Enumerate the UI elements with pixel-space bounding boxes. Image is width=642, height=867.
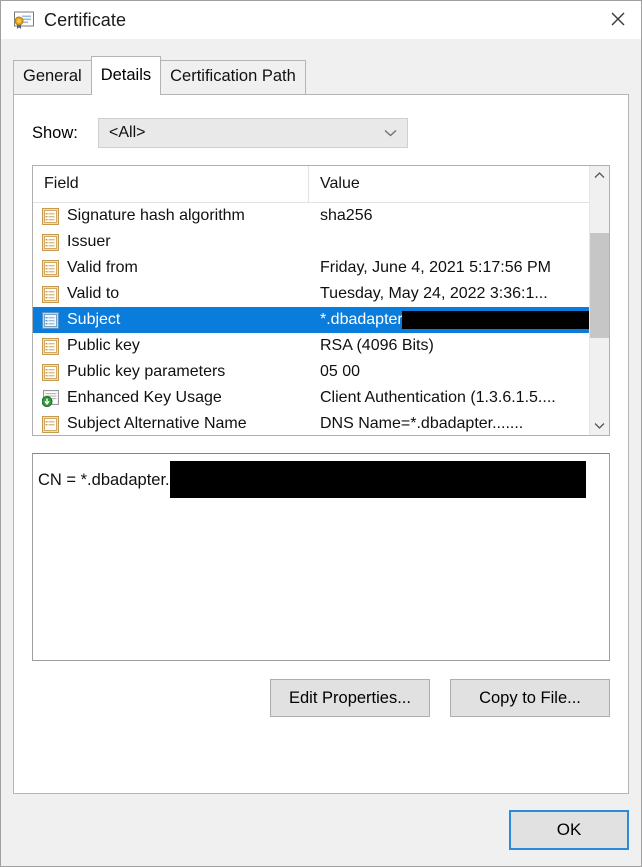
row-value-label: sha256 — [320, 207, 373, 224]
chevron-down-icon — [384, 119, 397, 147]
tab-details[interactable]: Details — [90, 56, 162, 95]
redaction-bar-subject — [402, 311, 589, 329]
row-field-cell: Public key — [33, 337, 309, 355]
scroll-up-arrow-icon[interactable] — [590, 166, 609, 185]
row-field-cell: Signature hash algorithm — [33, 207, 309, 225]
certificate-dialog: Certificate General Details Certificatio… — [0, 0, 642, 867]
field-list-rows: Signature hash algorithm sha256 Issuer V… — [33, 203, 589, 435]
table-row-selected[interactable]: Subject *.dbadapter. — [33, 307, 589, 333]
row-field-cell: Issuer — [33, 233, 309, 251]
row-value-label: RSA (4096 Bits) — [320, 337, 434, 354]
tab-certification-path[interactable]: Certification Path — [160, 60, 306, 94]
table-row[interactable]: Valid to Tuesday, May 24, 2022 3:36:1... — [33, 281, 589, 307]
row-field-label: Public key parameters — [67, 363, 226, 380]
field-detail-text: CN = *.dbadapter. — [38, 470, 170, 489]
row-field-label: Signature hash algorithm — [67, 207, 245, 224]
row-field-cell: Subject — [33, 311, 309, 329]
table-row[interactable]: Public key parameters 05 00 — [33, 359, 589, 385]
row-value-cell: sha256 — [309, 207, 589, 225]
certificate-field-icon — [42, 259, 59, 277]
certificate-field-list[interactable]: Field Value Signature hash algorithm sha… — [32, 165, 610, 436]
tab-general[interactable]: General — [13, 60, 92, 94]
table-row[interactable]: Signature hash algorithm sha256 — [33, 203, 589, 229]
certificate-field-icon — [42, 363, 59, 381]
row-field-label: Valid to — [67, 285, 120, 302]
row-value-cell: DNS Name=*.dbadapter....... — [309, 415, 589, 433]
column-header-value[interactable]: Value — [309, 166, 589, 202]
row-field-label: Enhanced Key Usage — [67, 389, 222, 406]
table-row[interactable]: Enhanced Key Usage Client Authentication… — [33, 385, 589, 411]
row-field-label: Valid from — [67, 259, 138, 276]
certificate-field-icon — [42, 285, 59, 303]
show-dropdown-value: <All> — [109, 124, 146, 141]
table-row[interactable]: Issuer — [33, 229, 589, 255]
table-row[interactable]: Valid from Friday, June 4, 2021 5:17:56 … — [33, 255, 589, 281]
edit-properties-button[interactable]: Edit Properties... — [270, 679, 430, 717]
show-label: Show: — [32, 123, 78, 142]
certificate-field-icon — [42, 415, 59, 433]
row-field-label: Public key — [67, 337, 140, 354]
row-value-cell: Tuesday, May 24, 2022 3:36:1... — [309, 285, 589, 303]
title-bar: Certificate — [1, 1, 641, 39]
redaction-bar-detail — [169, 461, 586, 498]
scrollbar-track[interactable] — [590, 185, 609, 416]
certificate-field-icon — [42, 337, 59, 355]
row-field-cell: Subject Alternative Name — [33, 415, 309, 433]
certificate-field-icon — [42, 233, 59, 251]
row-field-label: Issuer — [67, 233, 111, 250]
certificate-extension-icon — [41, 389, 59, 407]
row-value-label: Tuesday, May 24, 2022 3:36:1... — [320, 285, 548, 302]
row-field-label: Subject Alternative Name — [67, 415, 247, 432]
tab-strip: General Details Certification Path — [13, 56, 641, 95]
row-value-cell: RSA (4096 Bits) — [309, 337, 589, 355]
row-value-cell: Client Authentication (1.3.6.1.5.... — [309, 389, 589, 407]
scrollbar-thumb[interactable] — [590, 233, 609, 338]
field-detail-textbox[interactable]: CN = *.dbadapter. — [32, 453, 610, 661]
row-field-cell: Valid from — [33, 259, 309, 277]
ok-button[interactable]: OK — [509, 810, 629, 850]
certificate-icon — [13, 9, 35, 31]
tab-page-details: Show: <All> Field Value Signature hash a… — [13, 94, 629, 794]
row-value-cell: Friday, June 4, 2021 5:17:56 PM — [309, 259, 589, 277]
table-row[interactable]: Public key RSA (4096 Bits) — [33, 333, 589, 359]
row-value-label: *.dbadapter. — [320, 311, 407, 328]
certificate-field-icon — [42, 311, 59, 329]
row-value-label: DNS Name=*.dbadapter....... — [320, 415, 524, 432]
window-title: Certificate — [44, 9, 127, 30]
scroll-down-arrow-icon[interactable] — [590, 416, 609, 435]
row-value-label: Client Authentication (1.3.6.1.5.... — [320, 389, 556, 406]
show-dropdown[interactable]: <All> — [98, 118, 408, 148]
row-field-cell: Enhanced Key Usage — [33, 389, 309, 407]
row-value-cell: 05 00 — [309, 363, 589, 381]
close-icon[interactable] — [594, 1, 641, 37]
row-field-label: Subject — [67, 311, 121, 328]
row-value-label: Friday, June 4, 2021 5:17:56 PM — [320, 259, 551, 276]
column-header-field[interactable]: Field — [33, 166, 309, 202]
detail-action-buttons: Edit Properties... Copy to File... — [14, 679, 610, 717]
row-value-cell: *.dbadapter. — [309, 311, 589, 329]
copy-to-file-button[interactable]: Copy to File... — [450, 679, 610, 717]
dialog-footer: OK — [1, 794, 641, 866]
table-row[interactable]: Subject Alternative Name DNS Name=*.dbad… — [33, 411, 589, 435]
row-value-label: 05 00 — [320, 363, 361, 380]
certificate-field-icon — [42, 207, 59, 225]
show-row: Show: <All> — [32, 118, 628, 148]
dialog-body: General Details Certification Path Show:… — [1, 39, 641, 866]
field-list-main: Field Value Signature hash algorithm sha… — [33, 166, 589, 435]
field-list-header: Field Value — [33, 166, 589, 203]
row-field-cell: Valid to — [33, 285, 309, 303]
field-list-scrollbar[interactable] — [589, 166, 609, 435]
row-field-cell: Public key parameters — [33, 363, 309, 381]
field-detail-line: CN = *.dbadapter. — [38, 461, 609, 498]
